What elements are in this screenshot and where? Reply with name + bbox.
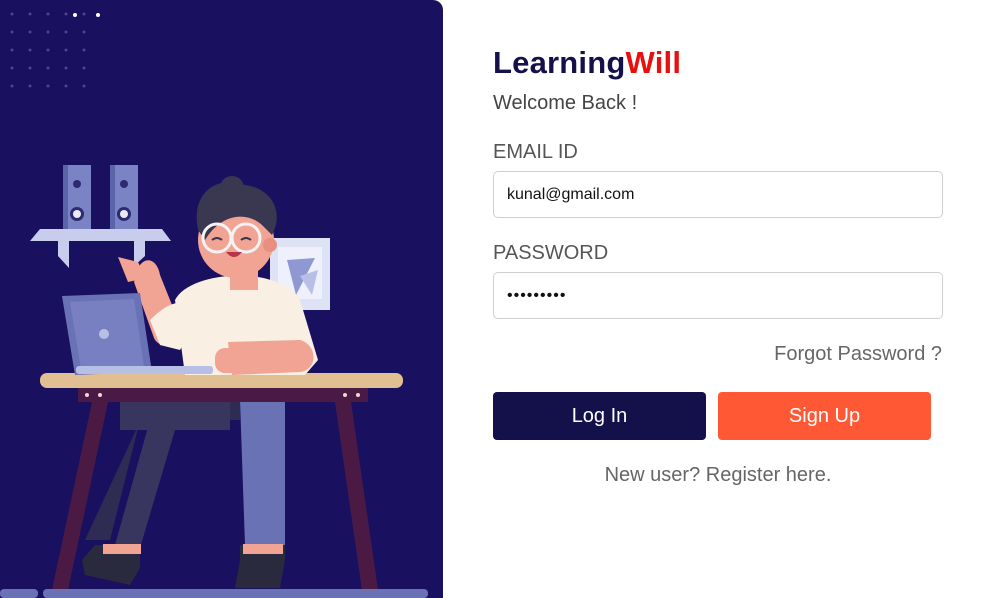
- signup-button[interactable]: Sign Up: [718, 392, 931, 440]
- password-field[interactable]: [493, 272, 943, 319]
- brand-logo-part2: Will: [625, 45, 682, 80]
- brand-logo: LearningWill: [493, 45, 681, 81]
- register-prompt: New user? Register here.: [493, 464, 943, 487]
- welcome-heading: Welcome Back !: [493, 92, 638, 114]
- brand-logo-part1: Learning: [493, 45, 626, 80]
- illustration-panel: [0, 0, 443, 598]
- dot-grid: [10, 12, 86, 88]
- speaker-icons: [63, 165, 138, 231]
- register-prefix: New user?: [604, 464, 706, 486]
- person-at-laptop-illustration: [0, 12, 428, 598]
- register-link[interactable]: Register here.: [706, 464, 832, 486]
- login-panel: LearningWill Welcome Back ! EMAIL ID PAS…: [443, 0, 991, 598]
- person-legs: [82, 400, 285, 588]
- dot-accents: [73, 13, 100, 17]
- email-label: EMAIL ID: [493, 141, 578, 163]
- person-head: [196, 176, 277, 278]
- login-button[interactable]: Log In: [493, 392, 706, 440]
- email-field[interactable]: [493, 171, 943, 218]
- forgot-password-link[interactable]: Forgot Password ?: [774, 343, 942, 366]
- floor: [0, 589, 428, 598]
- password-label: PASSWORD: [493, 242, 609, 264]
